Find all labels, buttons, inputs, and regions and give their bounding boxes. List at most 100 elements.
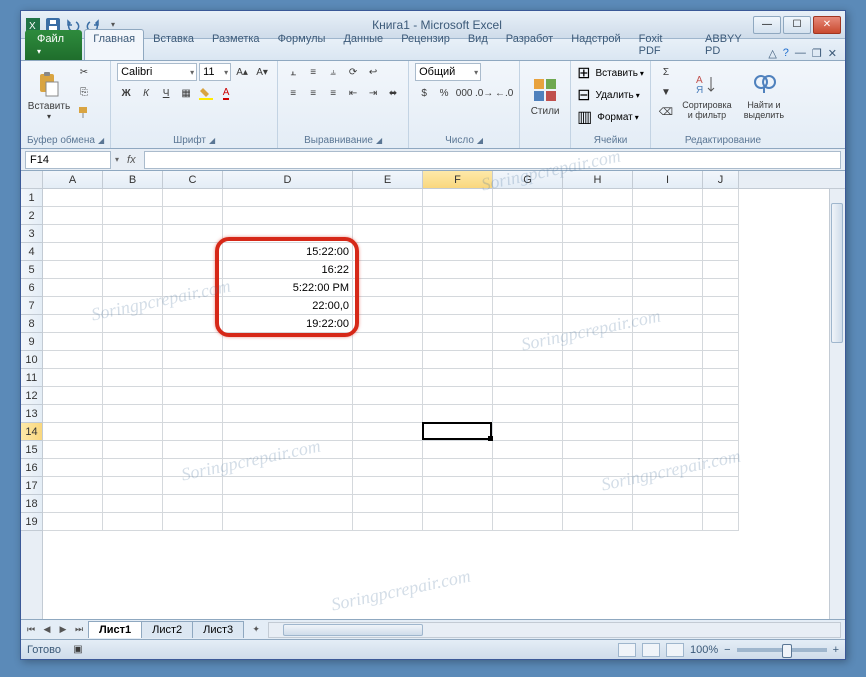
- cell-B19[interactable]: [103, 513, 163, 531]
- row-header-6[interactable]: 6: [21, 279, 42, 297]
- cell-D18[interactable]: [223, 495, 353, 513]
- col-header-F[interactable]: F: [423, 171, 493, 188]
- cell-J10[interactable]: [703, 351, 739, 369]
- cell-G16[interactable]: [493, 459, 563, 477]
- fill-color-icon[interactable]: [197, 84, 215, 102]
- cell-C11[interactable]: [163, 369, 223, 387]
- cell-C2[interactable]: [163, 207, 223, 225]
- row-header-12[interactable]: 12: [21, 387, 42, 405]
- find-select-button[interactable]: Найти и выделить: [739, 63, 789, 129]
- cell-J5[interactable]: [703, 261, 739, 279]
- cell-A3[interactable]: [43, 225, 103, 243]
- cell-E11[interactable]: [353, 369, 423, 387]
- cell-E2[interactable]: [353, 207, 423, 225]
- cell-H15[interactable]: [563, 441, 633, 459]
- zoom-in-icon[interactable]: +: [833, 644, 839, 656]
- row-header-3[interactable]: 3: [21, 225, 42, 243]
- dialog-launcher-icon[interactable]: ◢: [98, 136, 104, 145]
- select-all-corner[interactable]: [21, 171, 43, 189]
- cell-I4[interactable]: [633, 243, 703, 261]
- cell-H6[interactable]: [563, 279, 633, 297]
- cell-H13[interactable]: [563, 405, 633, 423]
- cell-I6[interactable]: [633, 279, 703, 297]
- cell-G9[interactable]: [493, 333, 563, 351]
- cell-B16[interactable]: [103, 459, 163, 477]
- cell-C12[interactable]: [163, 387, 223, 405]
- cell-H14[interactable]: [563, 423, 633, 441]
- cell-F11[interactable]: [423, 369, 493, 387]
- prev-sheet-icon[interactable]: ◀: [39, 622, 55, 638]
- tab-вставка[interactable]: Вставка: [144, 29, 203, 60]
- cell-F9[interactable]: [423, 333, 493, 351]
- cell-D2[interactable]: [223, 207, 353, 225]
- dialog-launcher-icon[interactable]: ◢: [376, 136, 382, 145]
- cell-F12[interactable]: [423, 387, 493, 405]
- name-box-dropdown-icon[interactable]: ▾: [115, 155, 119, 164]
- cell-A13[interactable]: [43, 405, 103, 423]
- cell-B10[interactable]: [103, 351, 163, 369]
- tab-foxit pdf[interactable]: Foxit PDF: [630, 29, 696, 60]
- wrap-text-icon[interactable]: ↩: [364, 63, 382, 81]
- cell-D4[interactable]: 15:22:00: [223, 243, 353, 261]
- row-header-15[interactable]: 15: [21, 441, 42, 459]
- cell-A17[interactable]: [43, 477, 103, 495]
- cell-C8[interactable]: [163, 315, 223, 333]
- insert-cells-button[interactable]: ⊞Вставить▾: [577, 63, 644, 83]
- cell-I2[interactable]: [633, 207, 703, 225]
- tab-разработ[interactable]: Разработ: [497, 29, 562, 60]
- cell-G11[interactable]: [493, 369, 563, 387]
- cell-G5[interactable]: [493, 261, 563, 279]
- mdi-restore-icon[interactable]: ❐: [812, 47, 822, 60]
- row-header-2[interactable]: 2: [21, 207, 42, 225]
- cell-E18[interactable]: [353, 495, 423, 513]
- cell-J16[interactable]: [703, 459, 739, 477]
- cell-F14[interactable]: [423, 423, 493, 441]
- zoom-out-icon[interactable]: −: [724, 644, 730, 656]
- increase-decimal-icon[interactable]: .0→: [475, 84, 493, 102]
- cell-H16[interactable]: [563, 459, 633, 477]
- cell-G6[interactable]: [493, 279, 563, 297]
- cell-H12[interactable]: [563, 387, 633, 405]
- cell-I8[interactable]: [633, 315, 703, 333]
- cell-J6[interactable]: [703, 279, 739, 297]
- cell-B3[interactable]: [103, 225, 163, 243]
- cell-C17[interactable]: [163, 477, 223, 495]
- currency-icon[interactable]: $: [415, 84, 433, 102]
- underline-button[interactable]: Ч: [157, 84, 175, 102]
- bold-button[interactable]: Ж: [117, 84, 135, 102]
- cell-B4[interactable]: [103, 243, 163, 261]
- cell-G18[interactable]: [493, 495, 563, 513]
- cell-F7[interactable]: [423, 297, 493, 315]
- file-tab[interactable]: Файл: [25, 30, 82, 60]
- mdi-minimize-icon[interactable]: —: [795, 47, 806, 60]
- sheet-tab-Лист3[interactable]: Лист3: [192, 621, 244, 638]
- page-layout-view-icon[interactable]: [642, 643, 660, 657]
- paste-button[interactable]: Вставить ▾: [27, 63, 71, 129]
- col-header-E[interactable]: E: [353, 171, 423, 188]
- cell-D13[interactable]: [223, 405, 353, 423]
- cell-J2[interactable]: [703, 207, 739, 225]
- cell-C10[interactable]: [163, 351, 223, 369]
- cell-A4[interactable]: [43, 243, 103, 261]
- cell-J14[interactable]: [703, 423, 739, 441]
- cell-G13[interactable]: [493, 405, 563, 423]
- cell-I12[interactable]: [633, 387, 703, 405]
- cell-H10[interactable]: [563, 351, 633, 369]
- first-sheet-icon[interactable]: ⏮: [23, 622, 39, 638]
- cell-I14[interactable]: [633, 423, 703, 441]
- cell-D8[interactable]: 19:22:00: [223, 315, 353, 333]
- cell-G10[interactable]: [493, 351, 563, 369]
- cell-A7[interactable]: [43, 297, 103, 315]
- cell-H19[interactable]: [563, 513, 633, 531]
- close-button[interactable]: ✕: [813, 16, 841, 34]
- cell-F15[interactable]: [423, 441, 493, 459]
- cell-H11[interactable]: [563, 369, 633, 387]
- cell-H3[interactable]: [563, 225, 633, 243]
- cell-H2[interactable]: [563, 207, 633, 225]
- sort-filter-button[interactable]: AЯ Сортировка и фильтр: [679, 63, 735, 129]
- cell-B11[interactable]: [103, 369, 163, 387]
- cell-D9[interactable]: [223, 333, 353, 351]
- horizontal-scrollbar[interactable]: [268, 622, 841, 638]
- decrease-decimal-icon[interactable]: ←.0: [495, 84, 513, 102]
- cell-E19[interactable]: [353, 513, 423, 531]
